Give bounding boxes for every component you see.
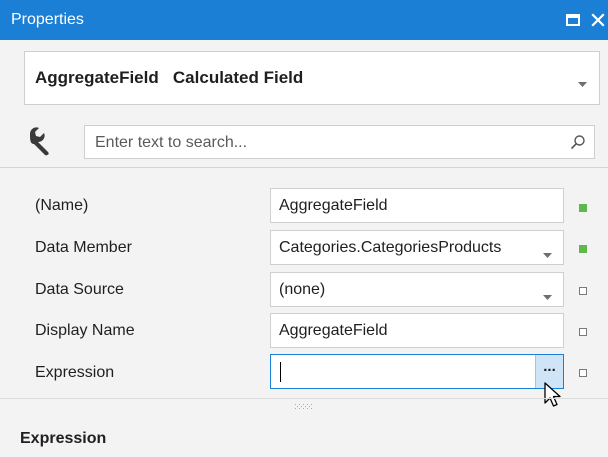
title-bar: Properties [0, 0, 608, 40]
property-value: AggregateField [279, 322, 388, 339]
data-member-dropdown[interactable]: Categories.CategoriesProducts [270, 230, 564, 265]
chevron-down-icon [578, 74, 587, 92]
property-label: Data Source [35, 281, 124, 298]
name-field[interactable]: AggregateField [270, 188, 564, 223]
property-label: Display Name [35, 322, 135, 339]
selected-object-label: AggregateField Calculated Field [35, 68, 304, 87]
property-value: (none) [279, 281, 326, 298]
data-source-dropdown[interactable]: (none) [270, 272, 564, 307]
close-button[interactable] [586, 7, 608, 33]
maximize-icon [566, 14, 580, 26]
close-icon [591, 13, 605, 27]
maximize-button[interactable] [561, 7, 585, 33]
wrench-icon [30, 127, 49, 156]
property-value: Categories.CategoriesProducts [279, 239, 502, 256]
modified-status-marker [579, 245, 587, 253]
display-name-field[interactable]: AggregateField [270, 313, 564, 348]
search-input[interactable] [93, 131, 547, 155]
property-row-data-source: Data Source (none) [0, 271, 608, 311]
tab-divider [0, 167, 608, 168]
expression-field[interactable]: ... [270, 354, 564, 389]
chevron-down-icon[interactable] [543, 245, 552, 263]
property-value: AggregateField [279, 197, 388, 214]
default-status-marker [579, 369, 587, 377]
property-row-display-name: Display Name AggregateField [0, 312, 608, 352]
default-status-marker [579, 287, 587, 295]
properties-window: Properties AggregateField Calculated Fie… [0, 0, 608, 457]
search-field[interactable] [84, 125, 595, 159]
text-caret [280, 362, 281, 382]
mouse-pointer-icon [544, 382, 561, 407]
properties-tab[interactable] [24, 124, 56, 156]
property-row-data-member: Data Member Categories.CategoriesProduct… [0, 229, 608, 269]
modified-status-marker [579, 204, 587, 212]
default-status-marker [579, 328, 587, 336]
property-label: Expression [35, 364, 115, 381]
property-label: (Name) [35, 197, 89, 214]
chevron-down-icon[interactable] [543, 287, 552, 305]
object-selector-dropdown[interactable]: AggregateField Calculated Field [24, 51, 600, 105]
description-divider [0, 398, 608, 399]
splitter-grip-icon[interactable] [294, 404, 314, 410]
property-row-name: (Name) AggregateField [0, 187, 608, 227]
description-title: Expression [20, 430, 107, 447]
search-icon[interactable] [570, 134, 586, 155]
property-label: Data Member [35, 239, 132, 256]
window-title: Properties [11, 11, 84, 28]
